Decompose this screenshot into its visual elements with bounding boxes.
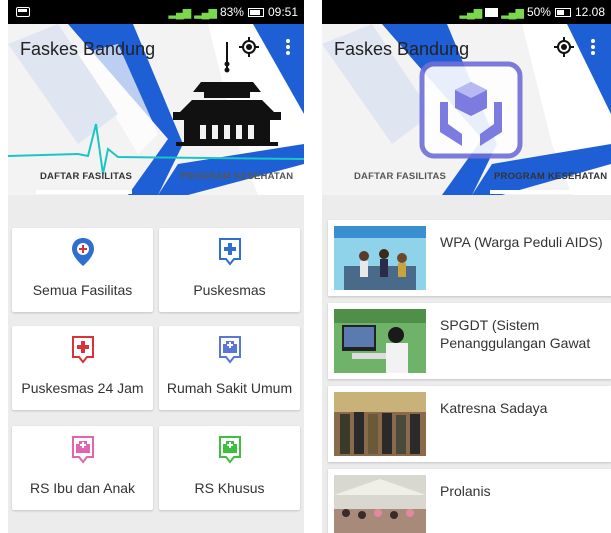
tile-rs-ibu-dan-anak[interactable]: RS Ibu dan Anak (12, 426, 153, 510)
notification-icon (16, 7, 30, 17)
program-card[interactable]: Katresna Sadaya (328, 386, 611, 462)
battery-percent: 50% (526, 5, 551, 19)
overflow-menu-icon[interactable] (590, 38, 596, 56)
signal-icon: ▂▄▆ (501, 6, 524, 19)
clock: 09:51 (267, 5, 298, 19)
program-thumbnail (334, 309, 426, 373)
tile-label: RS Khusus (194, 480, 265, 496)
program-title: Prolanis (440, 483, 491, 499)
tab-daftar-fasilitas[interactable]: DAFTAR FASILITAS (40, 171, 132, 182)
my-location-icon[interactable] (553, 36, 575, 58)
status-bar: ▂▄▆ ▂▄▆ 83% 09:51 (8, 0, 304, 24)
tab-daftar-fasilitas[interactable]: DAFTAR FASILITAS (354, 171, 446, 182)
hospital-icon (71, 436, 94, 464)
app-title: Faskes Bandung (20, 39, 156, 59)
program-thumbnail (334, 392, 426, 456)
medical-cross-icon (218, 238, 241, 266)
program-card[interactable]: Prolanis (328, 469, 611, 533)
left-phone-screen: ▂▄▆ ▂▄▆ 83% 09:51 Faskes Bandung DAFTAR … (8, 0, 304, 533)
tile-label: RS Ibu dan Anak (29, 480, 136, 496)
program-title: SPGDT (Sistem Penanggulangan Gawat (440, 317, 591, 351)
tab-program-kesehatan[interactable]: PROGRAM KESEHATAN (180, 171, 293, 182)
tile-rumah-sakit-umum[interactable]: Rumah Sakit Umum (159, 326, 300, 410)
signal-icon: ▂▄▆ (168, 6, 192, 19)
signal-icon: ▂▄▆ (459, 6, 483, 19)
status-bar: ▂▄▆ ▂▄▆ 50% 12.08 (322, 0, 611, 24)
tile-puskesmas[interactable]: Puskesmas (159, 228, 300, 312)
tile-label: Puskesmas (193, 282, 266, 298)
program-title: WPA (Warga Peduli AIDS) (440, 234, 603, 250)
active-tab-indicator (36, 190, 132, 194)
program-card[interactable]: SPGDT (Sistem Penanggulangan Gawat (328, 303, 611, 379)
tile-label: Puskesmas 24 Jam (21, 380, 144, 396)
my-location-icon[interactable] (238, 36, 260, 58)
overflow-menu-icon[interactable] (285, 38, 291, 56)
medical-cross-icon (71, 336, 94, 364)
tile-label: Semua Fasilitas (32, 282, 133, 298)
location-pin-icon (71, 238, 94, 266)
tile-rs-khusus[interactable]: RS Khusus (159, 426, 300, 510)
battery-icon (247, 7, 264, 17)
signal-icon: ▂▄▆ (194, 6, 217, 19)
app-header: Faskes Bandung DAFTAR FASILITAS PROGRAM … (322, 24, 611, 195)
active-tab-indicator (490, 190, 598, 194)
right-phone-screen: ▂▄▆ ▂▄▆ 50% 12.08 Faskes Bandung DAFTAR … (322, 0, 611, 533)
hospital-icon (218, 336, 241, 364)
health-program-logo-icon (419, 61, 523, 159)
program-thumbnail (334, 226, 426, 290)
battery-icon (554, 7, 571, 17)
tile-label: Rumah Sakit Umum (166, 380, 293, 396)
clock: 12.08 (574, 5, 605, 19)
tile-semua-fasilitas[interactable]: Semua Fasilitas (12, 228, 153, 312)
hospital-icon (218, 436, 241, 464)
program-title: Katresna Sadaya (440, 400, 548, 416)
tab-program-kesehatan[interactable]: PROGRAM KESEHATAN (494, 171, 607, 182)
app-title: Faskes Bandung (334, 39, 470, 59)
battery-percent: 83% (219, 5, 244, 19)
program-thumbnail (334, 475, 426, 533)
program-card[interactable]: WPA (Warga Peduli AIDS) (328, 220, 611, 296)
sim-icon (485, 7, 499, 17)
tile-puskesmas-24-jam[interactable]: Puskesmas 24 Jam (12, 326, 153, 410)
app-header: Faskes Bandung DAFTAR FASILITAS PROGRAM … (8, 24, 304, 195)
